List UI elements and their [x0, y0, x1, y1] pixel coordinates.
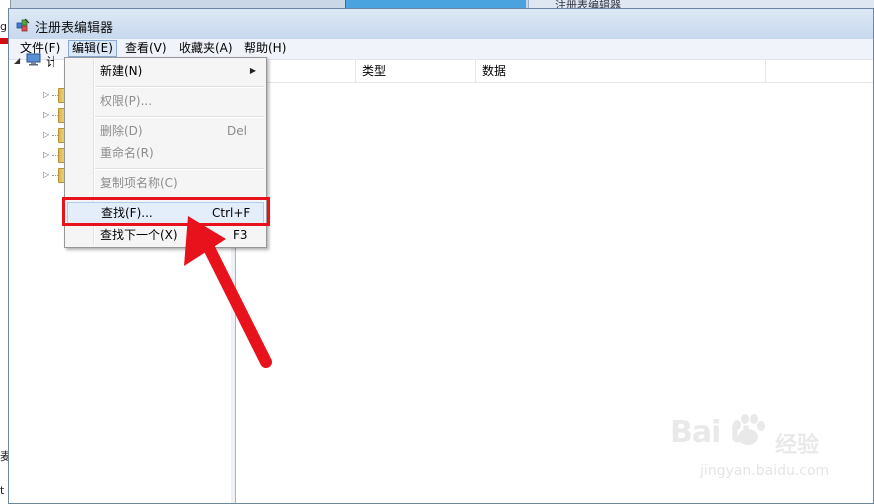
watermark-cn-text: 经验: [775, 433, 820, 458]
watermark-url: jingyan.baidu.com: [700, 463, 830, 479]
baidu-paw-icon: [733, 414, 765, 445]
baidu-watermark: Bai u 经验 jingyan.baidu.com: [670, 414, 840, 490]
